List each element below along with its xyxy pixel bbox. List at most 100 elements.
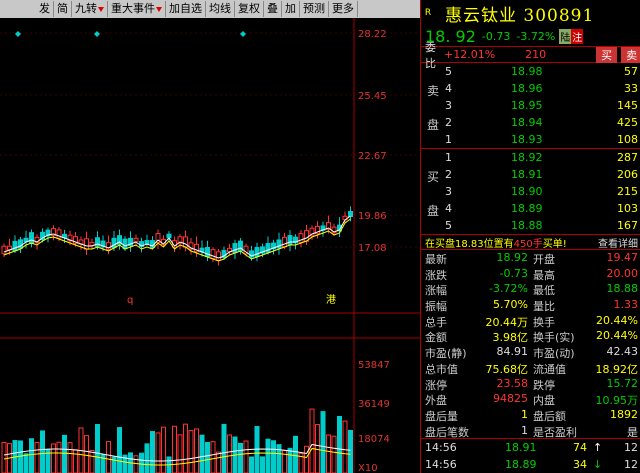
stats-table: 最新 18.92 开盘 19.47 涨跌 -0.73 最高 20.00 涨幅 -3.72% 最低 18… (421, 250, 640, 439)
volume-bar (188, 429, 194, 473)
volume-bar (216, 451, 221, 473)
stats-row: 涨停 23.58 跌停 15.72 (421, 376, 640, 392)
volume-bar (205, 441, 210, 473)
sell-level-row[interactable]: 1 18.93 108 (421, 131, 640, 148)
price-tick-label: 25.45 (358, 91, 387, 102)
stats-row: 涨跌 -0.73 最高 20.00 (421, 266, 640, 282)
stats-row: 市盈(静) 84.91 市盈(动) 42.43 (421, 344, 640, 360)
buy-level-row[interactable]: 买 2 18.91 206 (421, 166, 640, 184)
buy-level-row[interactable]: 5 18.88 167 (421, 217, 640, 234)
alert-text-a: 在买盘18.83位置有 (425, 238, 514, 250)
orderbook-price: 18.88 (511, 219, 543, 232)
orderbook-level: 2 (445, 168, 452, 181)
stat-label: 开盘 (533, 253, 555, 266)
stat-value: 3.98亿 (492, 331, 529, 345)
toolbar-button-label: 更多 (332, 2, 354, 15)
orderbook-vol: 425 (617, 116, 638, 129)
volume-bar (84, 435, 89, 473)
volume-tick-label: X10 (358, 463, 378, 473)
buy-level-row[interactable]: 盘 4 18.89 103 (421, 200, 640, 218)
stat-value: 94825 (493, 392, 528, 406)
weibi-diff: 210 (525, 48, 547, 61)
orderbook-level: 1 (445, 133, 452, 146)
volume-bar (199, 434, 205, 473)
buy-level-row[interactable]: 1 18.92 287 (421, 149, 640, 166)
candle-body (133, 237, 139, 243)
zhu-badge: 注 (571, 28, 584, 44)
lutong-badge: 陆 (559, 28, 572, 44)
toolbar-button[interactable]: 加自选 (166, 1, 206, 17)
sell-level-row[interactable]: 卖 4 18.96 33 (421, 80, 640, 98)
toolbar-button-label: 九转 (75, 2, 97, 15)
kline-chart[interactable]: 28.22 25.45 22.67 19.86 17.08 53847 36149 18074… (0, 18, 420, 473)
price-change-pct: -3.72% (516, 29, 556, 43)
orderbook-level: 5 (445, 65, 452, 78)
orderbook-level: 5 (445, 219, 452, 232)
volume-bar (23, 453, 29, 473)
volume-bar (276, 444, 282, 473)
orderbook-level: 4 (445, 202, 452, 215)
stat-value: 20.44% (596, 329, 638, 343)
volume-bar (177, 434, 183, 473)
volume-bar (133, 455, 139, 473)
kline-svg[interactable]: 28.22 25.45 22.67 19.86 17.08 53847 36149 18074… (0, 18, 420, 473)
stat-label: 金额 (425, 331, 447, 345)
stats-row: 总手 20.44万 换手 20.44% (421, 313, 640, 329)
tick-row: 14:56 18.89 34 ↓ 12 (421, 456, 640, 473)
dropdown-arrow-icon[interactable] (98, 6, 104, 12)
stat-label: 最高 (533, 268, 555, 282)
orderbook-vol: 108 (617, 133, 638, 146)
weibi-row: 委比 +12.01% 210 买 卖 (421, 41, 640, 70)
toolbar-button[interactable]: 叠 (264, 1, 282, 17)
sell-level-row[interactable]: 盘 2 18.94 425 (421, 114, 640, 132)
stat-value: 20.00 (606, 266, 639, 280)
stat-value: 20.44万 (485, 315, 529, 329)
buy-level-row[interactable]: 3 18.90 215 (421, 183, 640, 200)
volume-bar (144, 443, 150, 473)
candle-body (254, 247, 260, 257)
volume-bar (243, 440, 249, 473)
volume-bar (309, 408, 315, 473)
tick-vol: 34 (573, 458, 587, 472)
candle-body (348, 211, 353, 217)
toolbar-button[interactable]: 加 (282, 1, 300, 17)
stat-label: 流通值 (533, 362, 566, 376)
toolbar-button[interactable]: 复权 (235, 1, 264, 17)
view-detail-link[interactable]: 查看详细 (598, 235, 638, 250)
toolbar-button[interactable]: 简 (54, 1, 72, 17)
volume-bar (326, 434, 331, 473)
stat-value: 18.92 (496, 251, 529, 264)
sell-level-row[interactable]: 3 18.95 145 (421, 97, 640, 114)
toolbar-button[interactable]: 九转 (72, 1, 108, 17)
stat-value: 18.88 (606, 282, 639, 296)
volume-bar (293, 435, 298, 473)
toolbar-button[interactable]: 均线 (206, 1, 235, 17)
stat-label: 涨幅 (425, 284, 447, 298)
volume-bar (34, 441, 40, 473)
alert-text-c: 买单! (542, 238, 567, 250)
sell-button[interactable]: 卖 (621, 46, 640, 63)
orderbook-vol: 103 (617, 202, 638, 215)
volume-bar (106, 441, 111, 473)
sell-level-row[interactable]: 5 18.98 57 (421, 63, 640, 80)
stat-value: 1.33 (613, 298, 639, 312)
toolbar-button[interactable]: 重大事件 (108, 1, 166, 17)
stats-row: 金额 3.98亿 换手(实) 20.44% (421, 328, 640, 344)
stat-value: 18.92亿 (595, 362, 639, 376)
volume-bar (320, 411, 326, 473)
toolbar-button[interactable]: 更多 (329, 1, 358, 17)
volume-bar (271, 440, 276, 473)
toolbar-button[interactable]: 发 (36, 1, 54, 17)
volume-bar (117, 427, 122, 473)
volume-bar (29, 438, 34, 473)
volume-tick-label: 36149 (358, 399, 390, 410)
tick-count: 12 (624, 458, 638, 472)
order-alert-bar: 在买盘18.83位置有 450手 买单! 查看详细 (421, 234, 640, 250)
orderbook-price: 18.98 (511, 65, 543, 78)
dropdown-arrow-icon[interactable] (156, 6, 162, 12)
orderbook-vol: 33 (624, 82, 638, 95)
toolbar-button[interactable]: 预测 (300, 1, 329, 17)
buy-button[interactable]: 买 (596, 46, 618, 63)
orderbook-price: 18.94 (511, 116, 543, 129)
orderbook-level: 4 (445, 82, 452, 95)
